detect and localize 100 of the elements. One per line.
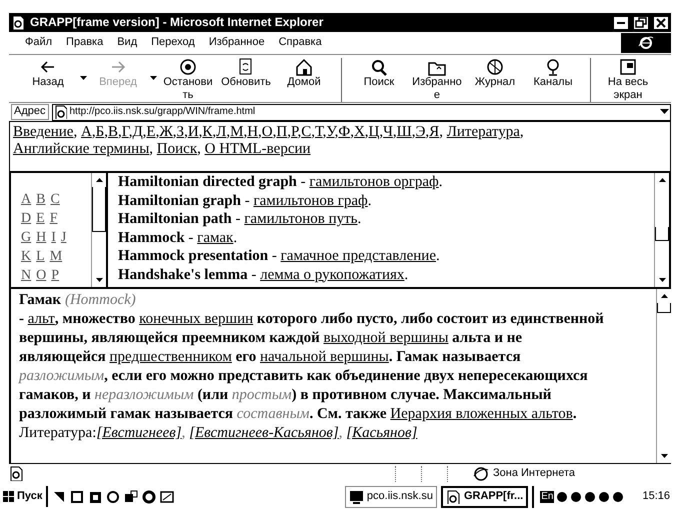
menu-item[interactable]: Справка — [278, 36, 322, 50]
letter-link[interactable]: M — [50, 249, 62, 264]
link[interactable]: Литература — [446, 124, 520, 140]
toolbar-button[interactable]: Поиск — [350, 58, 408, 89]
letter-link[interactable]: J — [60, 230, 66, 245]
quick-launch-icon[interactable] — [106, 490, 120, 504]
scrollbar-thumb[interactable] — [657, 303, 671, 313]
link[interactable]: К — [202, 124, 212, 140]
link[interactable]: предшественником — [110, 349, 232, 365]
translation-link[interactable]: гамачное представление — [280, 248, 436, 264]
link[interactable]: Б — [96, 124, 104, 140]
address-field[interactable]: http://pco.iis.nsk.su/grapp/WIN/frame.html — [52, 104, 671, 120]
minimize-button[interactable] — [613, 16, 629, 30]
link[interactable]: выходной вершины — [323, 330, 448, 346]
tray-icon[interactable] — [598, 490, 610, 502]
translation-link[interactable]: гамильтонов путь — [244, 211, 358, 227]
quick-launch-icon[interactable] — [52, 490, 66, 504]
link[interactable]: Ц — [368, 124, 380, 140]
toolbar-button[interactable]: Избранно е — [408, 58, 466, 102]
letter-link[interactable]: F — [50, 211, 58, 226]
link[interactable]: Я — [429, 124, 440, 140]
letter-link[interactable]: G — [21, 230, 32, 245]
quick-launch-icon[interactable] — [88, 490, 102, 504]
scrollbar-thumb[interactable] — [92, 187, 106, 232]
letter-link[interactable]: E — [36, 211, 45, 226]
menu-item[interactable]: Файл — [25, 36, 52, 50]
taskbar-button[interactable]: GRAPP[fr... — [440, 486, 528, 508]
link[interactable]: Р — [290, 124, 298, 140]
link[interactable]: Ч — [383, 124, 393, 140]
tray-icon[interactable] — [612, 490, 624, 502]
toolbar-button[interactable]: Обновить — [217, 58, 275, 89]
tray-icon[interactable] — [584, 490, 596, 502]
link[interactable]: Ф — [338, 124, 350, 140]
taskbar-button[interactable]: pco.iis.nsk.su — [344, 486, 437, 508]
letter-link[interactable]: B — [36, 192, 46, 207]
link[interactable]: Английские термины — [13, 141, 150, 157]
link[interactable]: Ж — [159, 124, 173, 140]
link[interactable]: Х — [354, 124, 365, 140]
toolbar-button[interactable]: Назад — [19, 58, 77, 89]
link[interactable]: Э — [416, 124, 426, 140]
letter-link[interactable]: K — [21, 249, 32, 264]
translation-link[interactable]: гамильтонов граф — [253, 192, 368, 208]
menu-item[interactable]: Правка — [66, 36, 104, 50]
letter-link[interactable]: D — [21, 211, 32, 226]
toolbar-button[interactable]: Останови ть — [159, 58, 217, 102]
scrollbar[interactable] — [654, 173, 669, 287]
start-button[interactable]: Пуск — [1, 486, 48, 507]
menu-item[interactable]: Избранное — [208, 36, 265, 50]
reference-link[interactable]: [Касьянов] — [346, 425, 418, 441]
link[interactable]: конечных вершин — [139, 311, 254, 327]
link[interactable]: Ш — [396, 124, 412, 140]
letter-link[interactable]: I — [51, 230, 56, 245]
link[interactable]: Иерархия вложенных альтов — [390, 406, 573, 422]
letter-link[interactable]: L — [36, 249, 45, 264]
link[interactable]: О — [262, 124, 273, 140]
link[interactable]: И — [188, 124, 199, 140]
translation-link[interactable]: лемма о рукопожатиях — [260, 266, 404, 282]
translation-link[interactable]: гамильтонов орграф — [309, 174, 439, 190]
link[interactable]: Д — [132, 124, 143, 140]
letter-link[interactable]: H — [36, 230, 46, 245]
link[interactable]: А — [80, 124, 92, 140]
menu-item[interactable]: Переход — [151, 36, 195, 50]
toolbar-button[interactable]: Домой — [275, 58, 333, 89]
letter-link[interactable]: N — [21, 268, 32, 283]
menu-item[interactable]: Вид — [117, 36, 138, 50]
quick-launch-icon[interactable] — [160, 490, 174, 504]
link[interactable]: З — [176, 124, 184, 140]
reference-link[interactable]: [Евстигнеев] — [96, 425, 182, 441]
link[interactable]: Н — [247, 124, 258, 140]
toolbar-button[interactable]: На весь экран — [599, 58, 657, 102]
letter-link[interactable]: A — [21, 192, 32, 207]
link[interactable]: альт — [28, 311, 55, 327]
link[interactable]: Введение — [13, 124, 74, 140]
link[interactable]: С — [301, 124, 312, 140]
letter-link[interactable]: C — [50, 192, 60, 207]
toolbar-button[interactable]: Каналы — [524, 58, 582, 89]
letter-link[interactable]: P — [51, 268, 60, 283]
link[interactable]: У — [326, 124, 335, 140]
link[interactable]: Т — [314, 124, 323, 140]
link[interactable]: П — [276, 124, 288, 140]
link[interactable]: Поиск — [156, 141, 198, 157]
quick-launch-icon[interactable] — [124, 490, 138, 504]
link[interactable]: начальной вершины — [260, 349, 389, 365]
letter-link[interactable]: O — [36, 268, 46, 283]
quick-launch-icon[interactable] — [142, 490, 156, 504]
reference-link[interactable]: [Евстигнеев-Касьянов] — [189, 425, 339, 441]
close-button[interactable] — [653, 16, 669, 30]
link[interactable]: М — [230, 124, 244, 140]
restore-button[interactable] — [633, 16, 649, 30]
link[interactable]: Л — [216, 124, 226, 140]
translation-link[interactable]: гамак — [197, 230, 234, 246]
scrollbar[interactable] — [91, 173, 106, 287]
scrollbar[interactable] — [656, 289, 671, 463]
link[interactable]: В — [108, 124, 118, 140]
link[interactable]: О HTML-версии — [204, 141, 311, 157]
language-indicator[interactable]: En — [540, 490, 554, 502]
link[interactable]: Е — [146, 124, 156, 140]
toolbar-button[interactable]: Журнал — [466, 58, 524, 89]
scrollbar-thumb[interactable] — [655, 227, 669, 241]
link[interactable]: Г — [122, 124, 129, 140]
